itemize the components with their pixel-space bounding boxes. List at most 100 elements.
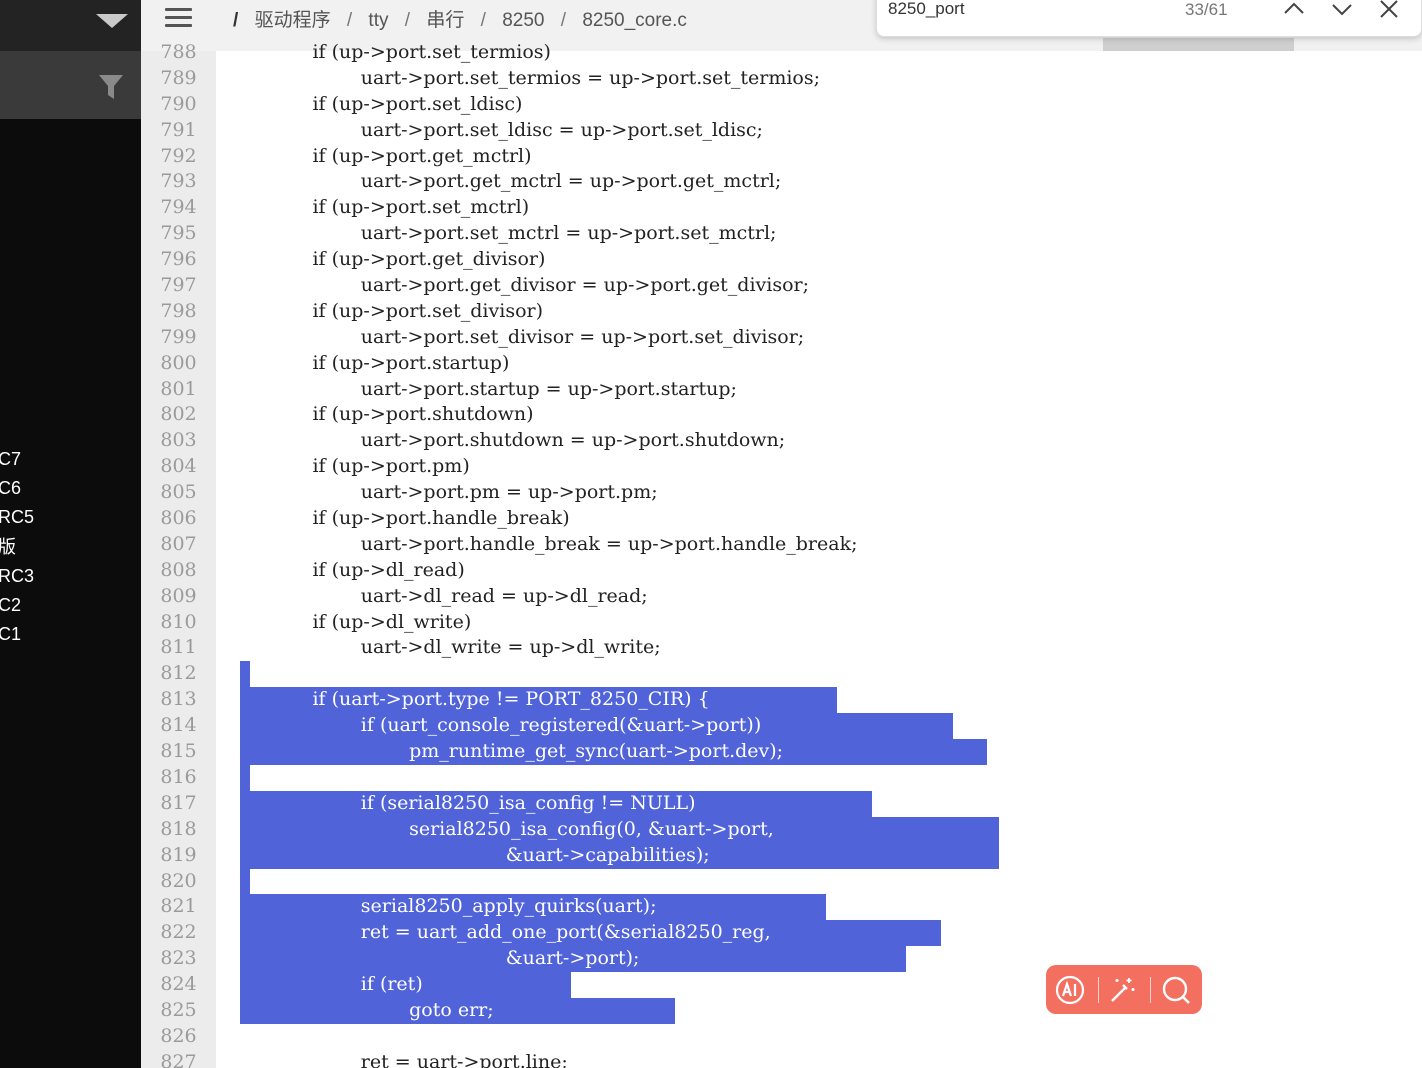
version-item[interactable]: RC5 — [0, 504, 34, 533]
code-text: if (ret) — [240, 973, 423, 996]
code-line: if (uart_console_registered(&uart->port)… — [240, 713, 1422, 740]
funnel-icon[interactable] — [98, 73, 124, 101]
line-number: 805 — [160, 481, 197, 504]
code-line: uart->port.set_divisor = up->port.set_di… — [240, 325, 1422, 351]
triangle-down-icon[interactable] — [96, 14, 128, 28]
breadcrumb-item[interactable]: 串行 — [426, 10, 464, 31]
ai-toolbar — [1046, 965, 1202, 1014]
code-text: uart->port.startup = up->port.startup; — [240, 377, 737, 400]
code-line: serial8250_apply_quirks(uart); — [240, 894, 1422, 921]
code-line: if (up->port.handle_break) — [240, 506, 1422, 532]
breadcrumb-separator: / — [560, 10, 567, 31]
breadcrumb-item[interactable]: 8250 — [502, 10, 544, 31]
code-line: if (up->port.get_mctrl) — [240, 144, 1422, 170]
code-text: if (uart_console_registered(&uart->port)… — [240, 714, 762, 737]
version-item[interactable]: C2 — [0, 592, 34, 621]
code-text: if (uart->port.type != PORT_8250_CIR) { — [240, 688, 710, 711]
ai-icon[interactable] — [1054, 974, 1086, 1006]
code-text: uart->port.handle_break = up->port.handl… — [240, 532, 858, 555]
find-input[interactable] — [888, 0, 1158, 23]
code-text: uart->dl_read = up->dl_read; — [240, 584, 648, 607]
version-item[interactable]: 版 — [0, 534, 34, 563]
line-number: 826 — [160, 1024, 197, 1047]
code-line: &uart->port); — [240, 946, 1422, 973]
line-number: 816 — [160, 765, 197, 788]
code-text: if (up->dl_read) — [240, 558, 465, 581]
toolbar-divider — [1098, 977, 1099, 1003]
line-number: 790 — [160, 92, 197, 115]
code-line: uart->dl_write = up->dl_write; — [240, 635, 1422, 661]
code-text: if (up->port.pm) — [240, 455, 470, 478]
selection-highlight — [240, 764, 250, 791]
code-line: ret = uart->port.line; — [240, 1050, 1422, 1068]
code-text: if (up->port.handle_break) — [240, 507, 570, 530]
code-text: uart->port.set_divisor = up->port.set_di… — [240, 325, 805, 348]
breadcrumb-item[interactable]: tty — [368, 10, 388, 31]
breadcrumb-item[interactable]: 驱动程序 — [255, 10, 331, 31]
line-number: 820 — [160, 869, 197, 892]
code-line — [240, 764, 1422, 791]
version-list: C7 C6 RC5 版 RC3 C2 C1 — [0, 446, 34, 650]
code-text: if (up->port.set_ldisc) — [240, 92, 523, 115]
breadcrumb-separator: / — [404, 10, 411, 31]
chevron-up-icon[interactable] — [1281, 0, 1307, 19]
line-number: 799 — [160, 325, 197, 348]
code-text: uart->port.get_divisor = up->port.get_di… — [240, 274, 809, 297]
line-number: 811 — [160, 636, 197, 659]
breadcrumb-separator: / — [480, 10, 486, 31]
line-number: 788 — [160, 41, 197, 63]
code-text: serial8250_isa_config(0, &uart->port, — [240, 817, 774, 840]
code-line: if (up->port.set_termios) — [240, 40, 1422, 66]
code-text: &uart->capabilities); — [240, 843, 710, 866]
code-text: pm_runtime_get_sync(uart->port.dev); — [240, 740, 784, 763]
search-icon[interactable] — [1160, 974, 1192, 1006]
line-number: 813 — [160, 688, 197, 711]
code-text: if (up->port.get_divisor) — [240, 248, 546, 271]
version-item[interactable]: C7 — [0, 446, 34, 475]
breadcrumb-root[interactable]: / — [233, 10, 238, 31]
code-line: uart->port.set_mctrl = up->port.set_mctr… — [240, 221, 1422, 247]
breadcrumb: / 驱动程序 / tty / 串行 / 8250 / 8250_core.c — [233, 5, 687, 32]
code-line: ret = uart_add_one_port(&serial8250_reg, — [240, 920, 1422, 947]
line-number: 802 — [160, 403, 197, 426]
code-text: uart->port.shutdown = up->port.shutdown; — [240, 429, 786, 452]
line-number: 794 — [160, 196, 197, 219]
line-number: 818 — [160, 817, 197, 840]
chevron-down-icon[interactable] — [1329, 0, 1355, 19]
code-line: if (up->port.set_divisor) — [240, 299, 1422, 325]
code-line: &uart->capabilities); — [240, 842, 1422, 869]
code-text: uart->port.set_termios = up->port.set_te… — [240, 66, 821, 89]
line-number: 810 — [160, 610, 197, 633]
version-item[interactable]: C6 — [0, 475, 34, 504]
line-number: 827 — [160, 1050, 197, 1068]
code-line: uart->port.handle_break = up->port.handl… — [240, 532, 1422, 558]
line-number: 807 — [160, 532, 197, 555]
code-line: if (serial8250_isa_config != NULL) — [240, 790, 1422, 817]
line-number: 812 — [160, 662, 197, 685]
code-text: ret = uart->port.line; — [240, 1050, 568, 1068]
code-line: if (up->dl_read) — [240, 558, 1422, 584]
version-item[interactable]: C1 — [0, 621, 34, 650]
hamburger-icon[interactable] — [165, 8, 192, 28]
line-number: 806 — [160, 507, 197, 530]
line-number: 801 — [160, 377, 197, 400]
line-number: 800 — [160, 351, 197, 374]
line-number: 803 — [160, 429, 197, 452]
code-view[interactable]: if (up->port.set_termios) uart->port.set… — [240, 40, 1422, 1068]
code-text: uart->dl_write = up->dl_write; — [240, 636, 661, 659]
code-text: if (up->port.startup) — [240, 351, 510, 374]
code-line: if (up->port.pm) — [240, 454, 1422, 480]
code-line — [240, 868, 1422, 895]
code-text: serial8250_apply_quirks(uart); — [240, 895, 657, 918]
code-text: &uart->port); — [240, 947, 640, 970]
line-number: 824 — [160, 973, 197, 996]
code-line: uart->port.startup = up->port.startup; — [240, 377, 1422, 403]
code-text: ret = uart_add_one_port(&serial8250_reg, — [240, 921, 771, 944]
left-sidebar: C7 C6 RC5 版 RC3 C2 C1 — [0, 0, 141, 1068]
version-item[interactable]: RC3 — [0, 563, 34, 592]
line-number: 792 — [160, 144, 197, 167]
magic-wand-icon[interactable] — [1106, 974, 1138, 1006]
close-icon[interactable] — [1376, 0, 1402, 19]
line-number: 793 — [160, 170, 197, 193]
